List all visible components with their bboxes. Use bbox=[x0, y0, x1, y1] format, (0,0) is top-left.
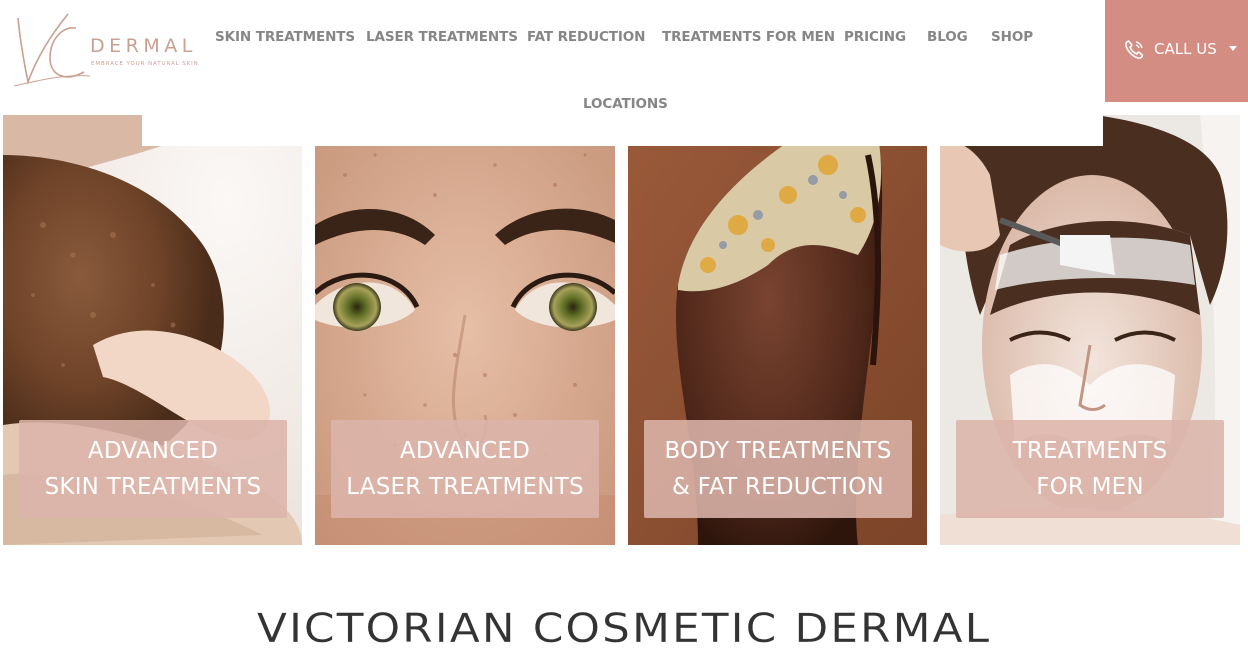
call-us-label: CALL US bbox=[1154, 40, 1217, 58]
tile-label-line2: SKIN TREATMENTS bbox=[44, 474, 262, 500]
tile-label-line1: TREATMENTS bbox=[1012, 438, 1168, 464]
tile-laser-treatments[interactable]: ADVANCED LASER TREATMENTS bbox=[315, 115, 615, 545]
page-title-text: VICTORIAN COSMETIC DERMAL bbox=[256, 605, 992, 649]
tile-treatments-for-men[interactable]: TREATMENTS FOR MEN bbox=[940, 115, 1240, 545]
nav-blog[interactable]: BLOG bbox=[927, 29, 968, 45]
page-title: VICTORIAN COSMETIC DERMAL bbox=[0, 604, 1248, 649]
nav-skin-treatments[interactable]: SKIN TREATMENTS bbox=[215, 29, 355, 45]
chevron-down-icon bbox=[1229, 46, 1237, 51]
nav-fat-reduction[interactable]: FAT REDUCTION bbox=[527, 29, 645, 45]
phone-icon bbox=[1125, 40, 1144, 59]
tile-label-line2: FOR MEN bbox=[1036, 474, 1144, 500]
vc-monogram-icon bbox=[13, 13, 90, 87]
tile-label-line2: LASER TREATMENTS bbox=[346, 474, 584, 500]
brand-logo[interactable]: DERMAL EMBRACE YOUR NATURAL SKIN bbox=[0, 0, 205, 112]
tile-label[interactable]: ADVANCED LASER TREATMENTS bbox=[331, 420, 599, 518]
tile-label-line2: & FAT REDUCTION bbox=[672, 474, 884, 500]
tile-label-line1: ADVANCED bbox=[87, 438, 219, 464]
nav-panel bbox=[142, 0, 1103, 146]
nav-laser-treatments[interactable]: LASER TREATMENTS bbox=[366, 29, 518, 45]
nav-locations[interactable]: LOCATIONS bbox=[583, 96, 668, 112]
call-us-button[interactable]: CALL US bbox=[1105, 0, 1248, 102]
tile-label-line1: ADVANCED bbox=[399, 438, 531, 464]
nav-pricing[interactable]: PRICING bbox=[844, 29, 906, 45]
tile-label[interactable]: TREATMENTS FOR MEN bbox=[956, 420, 1224, 518]
tile-label-line1: BODY TREATMENTS bbox=[664, 438, 892, 464]
brand-tagline: EMBRACE YOUR NATURAL SKIN bbox=[91, 61, 199, 67]
tile-body-treatments[interactable]: BODY TREATMENTS & FAT REDUCTION bbox=[628, 115, 927, 545]
nav-shop[interactable]: SHOP bbox=[991, 29, 1033, 45]
brand-wordmark: DERMAL bbox=[90, 35, 197, 57]
tile-label[interactable]: ADVANCED SKIN TREATMENTS bbox=[19, 420, 287, 518]
tile-label[interactable]: BODY TREATMENTS & FAT REDUCTION bbox=[644, 420, 912, 518]
nav-treatments-for-men[interactable]: TREATMENTS FOR MEN bbox=[662, 29, 835, 45]
tile-skin-treatments[interactable]: ADVANCED SKIN TREATMENTS bbox=[3, 115, 302, 545]
